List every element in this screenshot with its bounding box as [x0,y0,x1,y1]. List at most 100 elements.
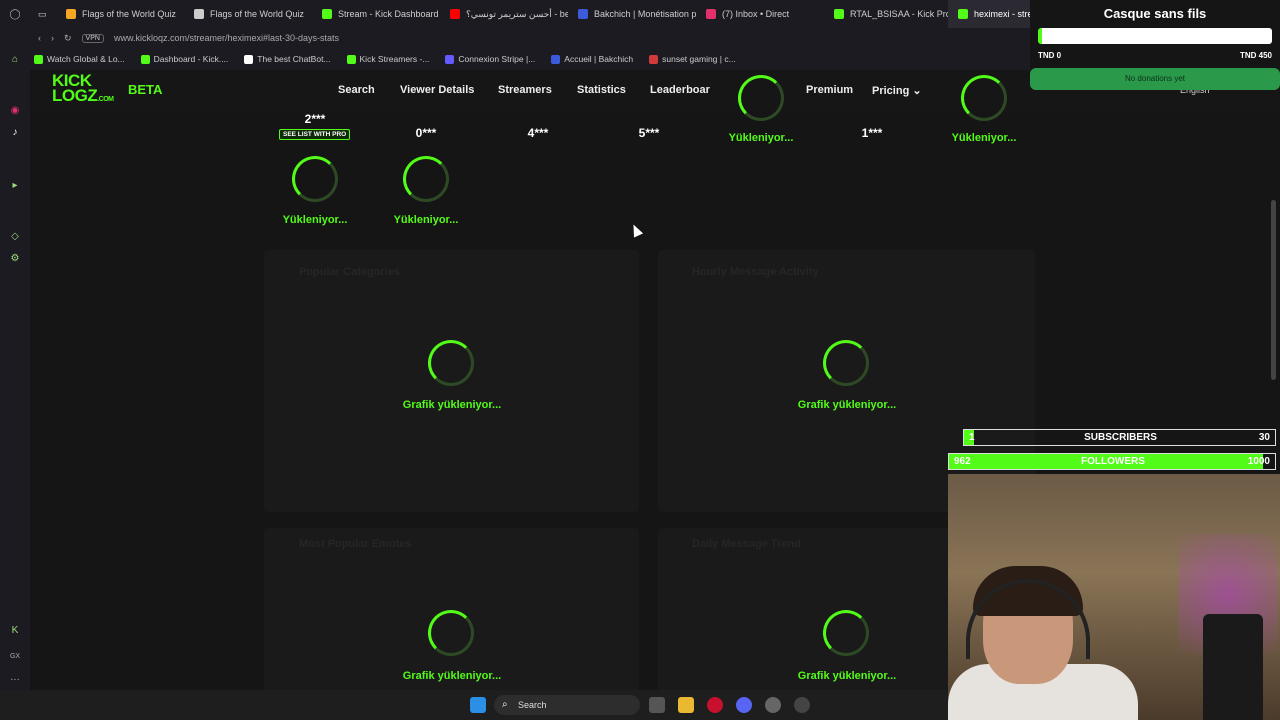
steam-icon[interactable] [765,697,781,713]
vpn-badge[interactable]: VPN [81,33,104,43]
extensions-icon[interactable]: ◇ [9,231,21,243]
tab-favicon-icon [834,9,844,19]
tab-title: Bakchich | Monétisation p [594,9,696,19]
tab-5[interactable]: (7) Inbox • Direct [696,0,824,28]
loading-text: Yükleniyor... [951,132,1017,144]
kicklogz-logo[interactable]: KICK LOGZ.COM [52,72,116,107]
loading-text: Yükleniyor... [282,214,348,226]
nav-pricing[interactable]: Pricing ⌄ [872,84,922,97]
rank-value: 5*** [638,126,660,140]
loading-spinner [961,75,1007,121]
chart-loading-text: Grafik yükleniyor... [402,399,502,411]
hourly-activity-card: Hourly Message Activity Grafik yükleniyo… [658,250,1035,512]
bookmark-5[interactable]: Accueil | Bakchich [551,54,633,64]
nav-streamers[interactable]: Streamers [498,84,552,96]
webcam-feed [948,474,1280,720]
tab-favicon-icon [322,9,332,19]
task-view-icon[interactable] [649,697,665,713]
bookmark-label: Accueil | Bakchich [564,54,634,64]
file-explorer-icon[interactable] [678,697,694,713]
gx-icon[interactable]: GX [9,651,21,663]
donation-goal-overlay: Casque sans fils TND 0 TND 450 No donati… [1030,0,1280,90]
tab-favicon-icon [706,9,716,19]
bookmark-label: Dashboard - Kick.... [153,54,229,64]
settings-gear-icon[interactable]: ⚙ [9,253,21,265]
card-title: Most Popular Emotes [299,538,412,550]
url-field[interactable]: www.kickloqz.com/streamer/heximexi#last-… [114,33,339,43]
bookmark-1[interactable]: Dashboard - Kick.... [140,54,229,64]
kick-icon[interactable]: K [9,625,21,637]
nav-search[interactable]: Search [338,84,375,96]
card-title: Popular Categories [299,266,400,278]
bookmark-favicon-icon [140,54,150,64]
screen: ◯ ⌂ ◉ ♪ ▸ ◇ ⚙ K GX … ▭ Flags of the Worl… [0,0,1280,720]
rank-value: 2*** [304,112,326,126]
tab-7-active[interactable]: heximexi - strea [948,0,1030,28]
bookmark-2[interactable]: The best ChatBot... [244,54,331,64]
bookmark-label: The best ChatBot... [257,54,331,64]
page-scrollbar[interactable] [1271,200,1276,380]
beta-label: BETA [128,82,163,97]
address-bar: ‹ › ↻ VPN www.kickloqz.com/streamer/hexi… [30,28,1030,48]
subscribers-goal-bar: 1 SUBSCRIBERS 30 [963,429,1276,446]
tab-title: أحسن ستريمر تونسي؟ - be [466,8,568,19]
loading-spinner [292,156,338,202]
card-title: Hourly Message Activity [692,266,819,278]
followers-goal-bar: 962 FOLLOWERS 1000 [948,453,1276,470]
tab-title: Stream - Kick Dashboard [338,9,439,19]
back-icon[interactable]: ‹ [38,33,41,43]
donation-note: No donations yet [1030,68,1280,90]
taskbar-search[interactable]: ⌕ Search [494,695,640,715]
microphone-icon [1203,614,1263,720]
see-list-pro-button[interactable]: SEE LIST WITH PRO [279,129,351,140]
loading-spinner [823,610,869,656]
discord-icon[interactable] [736,697,752,713]
nav-viewer-details[interactable]: Viewer Details [400,84,474,96]
bookmark-favicon-icon [34,54,43,64]
tiktok-icon[interactable]: ♪ [9,127,21,139]
tab-3[interactable]: أحسن ستريمر تونسي؟ - be [440,0,568,28]
opera-logo-icon[interactable]: ◯ [9,9,21,21]
tab-title: RTAL_BSISAA - Kick Prof [850,9,948,19]
more-icon[interactable]: … [9,672,21,684]
loading-spinner [403,156,449,202]
donation-min: TND 0 [1038,51,1062,60]
windows-taskbar: ⌕ Search [0,690,948,720]
bookmark-0[interactable]: Watch Global & Lo... [34,54,125,64]
chart-loading-text: Grafik yükleniyor... [402,670,502,682]
chart-loading-text: Grafik yükleniyor... [797,399,897,411]
sidebar-pin-icon[interactable]: ⌂ [9,54,21,66]
bookmark-4[interactable]: Connexion Stripe |... [445,54,535,64]
bookmark-label: Kick Streamers -... [359,54,430,64]
tab-4[interactable]: Bakchich | Monétisation p [568,0,696,28]
forward-icon[interactable]: › [51,33,54,43]
tab-6[interactable]: RTAL_BSISAA - Kick Prof [824,0,948,28]
reload-icon[interactable]: ↻ [64,33,72,44]
bookmark-6[interactable]: sunset gaming | c... [649,54,736,64]
tab-favicon-icon [578,9,588,19]
rank-value: 4*** [527,126,549,140]
bookmark-favicon-icon [244,54,254,64]
tab-favicon-icon [66,9,76,19]
tab-title: Flags of the World Quiz [210,9,304,19]
taskbar-search-placeholder: Search [518,700,547,710]
tab-0[interactable]: Flags of the World Quiz [56,0,184,28]
tab-1[interactable]: Flags of the World Quiz [184,0,312,28]
loading-text: Yükleniyor... [393,214,459,226]
bookmark-favicon-icon [649,54,659,64]
tab-2[interactable]: Stream - Kick Dashboard [312,0,440,28]
nav-statistics[interactable]: Statistics [577,84,626,96]
instagram-icon[interactable]: ◉ [9,105,21,117]
nav-leaderboard[interactable]: Leaderboar [650,84,710,96]
opera-gx-icon[interactable] [707,697,723,713]
obs-icon[interactable] [794,697,810,713]
player-icon[interactable]: ▸ [9,180,21,192]
bookmark-favicon-icon [346,54,356,64]
tab-manager-icon[interactable]: ▭ [30,0,56,28]
bookmark-3[interactable]: Kick Streamers -... [346,54,430,64]
nav-premium[interactable]: Premium [806,84,853,96]
subscribers-goal: 30 [1258,432,1270,443]
windows-start-icon[interactable] [470,697,486,713]
tab-bar: ▭ Flags of the World Quiz Flags of the W… [30,0,1030,28]
bookmark-label: sunset gaming | c... [662,54,736,64]
